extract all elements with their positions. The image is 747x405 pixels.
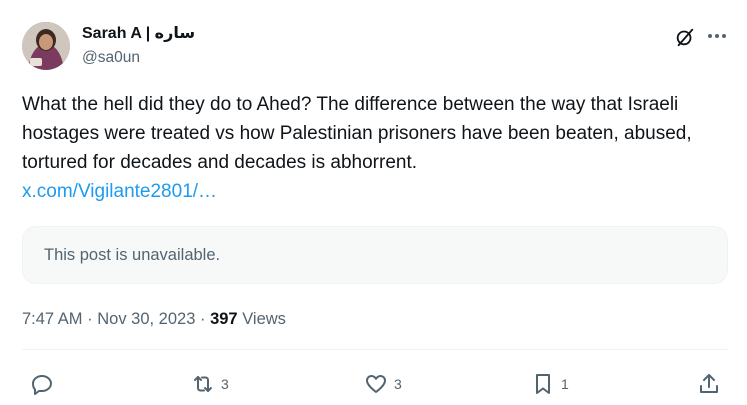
quoted-post-card[interactable]: This post is unavailable. <box>22 226 728 284</box>
heart-icon <box>366 375 386 393</box>
avatar[interactable] <box>22 22 70 70</box>
reply-icon <box>32 375 52 395</box>
like-button[interactable]: 3 <box>364 371 402 397</box>
views-count: 397 <box>210 310 238 328</box>
tweet-time[interactable]: 7:47 AM <box>22 310 83 328</box>
tweet-metadata: 7:47 AM · Nov 30, 2023 · 397 Views <box>22 308 286 330</box>
author-display-name[interactable]: Sarah A | ساره <box>82 24 195 44</box>
quoted-post-unavailable-message: This post is unavailable. <box>44 246 221 264</box>
tweet-body: What the hell did they do to Ahed? The d… <box>22 90 727 206</box>
grok-icon[interactable] <box>674 26 696 48</box>
divider <box>22 349 728 350</box>
share-button[interactable] <box>697 371 727 397</box>
share-icon <box>700 374 718 393</box>
tweet-link[interactable]: x.com/Vigilante2801/… <box>22 177 727 206</box>
more-icon[interactable] <box>705 24 729 48</box>
bookmark-icon <box>536 374 550 394</box>
tweet-date[interactable]: Nov 30, 2023 <box>97 310 195 328</box>
avatar-image <box>22 22 70 70</box>
retweet-button[interactable]: 3 <box>191 371 229 397</box>
views-label: Views <box>242 310 286 328</box>
like-count: 3 <box>394 376 402 392</box>
bookmark-count: 1 <box>561 376 569 392</box>
separator: · <box>87 310 93 328</box>
retweet-icon <box>194 376 212 392</box>
separator: · <box>199 310 206 328</box>
tweet-text: What the hell did they do to Ahed? The d… <box>22 94 692 173</box>
bookmark-button[interactable]: 1 <box>531 371 569 397</box>
author-handle[interactable]: @sa0un <box>82 48 140 68</box>
reply-button[interactable] <box>30 371 60 397</box>
retweet-count: 3 <box>221 376 229 392</box>
